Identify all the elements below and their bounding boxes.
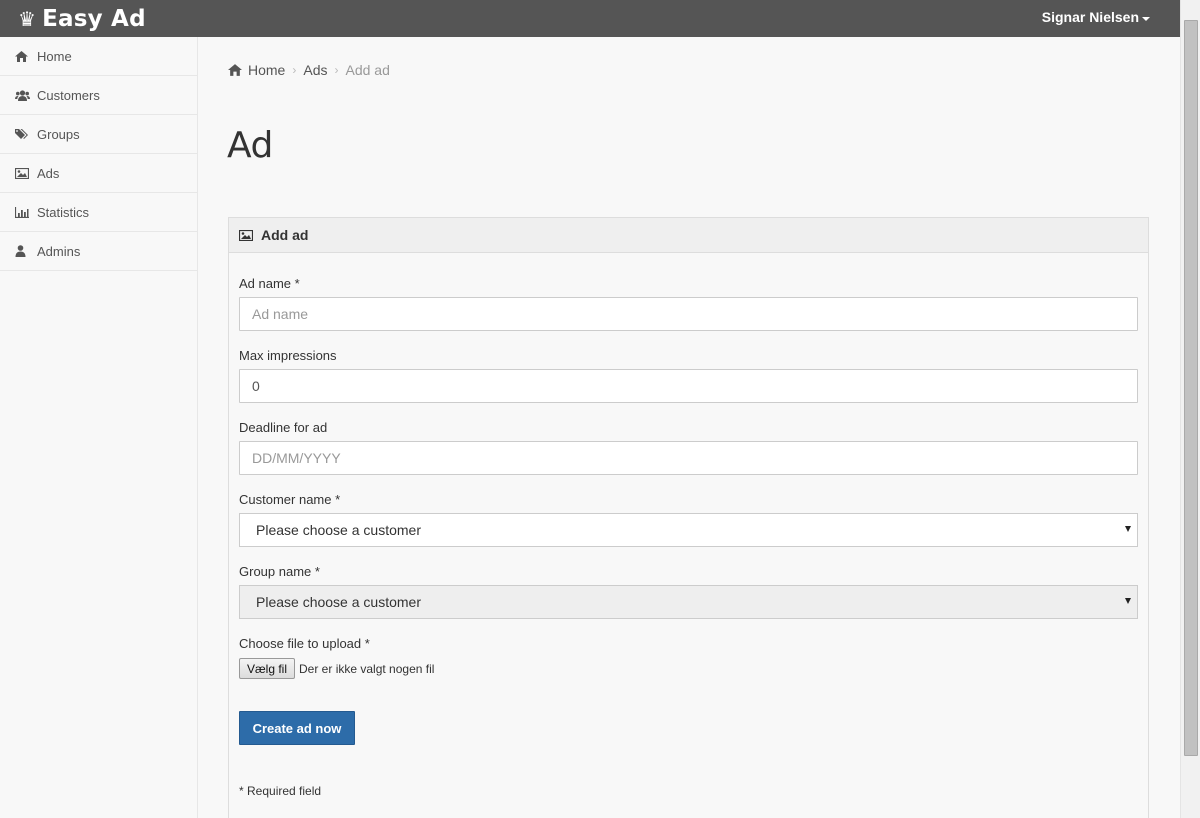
breadcrumb-add-ad: Add ad — [345, 62, 390, 78]
brand-name: Easy Ad — [42, 6, 146, 32]
deadline-input[interactable]: DD/MM/YYYY — [239, 441, 1138, 475]
sidebar: Home Customers Groups Ads Statistics Adm… — [0, 37, 198, 818]
customer-select[interactable]: Please choose a customer — [239, 513, 1138, 547]
sidebar-item-label: Statistics — [37, 204, 90, 220]
create-ad-button[interactable]: Create ad now — [239, 711, 355, 745]
picture-icon — [239, 229, 253, 241]
file-upload: Vælg fil Der er ikke valgt nogen fil — [239, 658, 434, 679]
sidebar-item-label: Home — [37, 48, 72, 64]
top-navbar: ♛ Easy Ad Signar Nielsen — [0, 0, 1180, 37]
home-icon — [15, 50, 37, 62]
breadcrumb-home[interactable]: Home — [248, 62, 285, 78]
breadcrumb-separator: › — [334, 63, 339, 77]
breadcrumb: Home › Ads › Add ad — [228, 62, 390, 78]
ad-name-label: Ad name * — [239, 276, 300, 291]
max-impressions-input[interactable]: 0 — [239, 369, 1138, 403]
sidebar-item-label: Customers — [37, 87, 100, 103]
required-field-note: * Required field — [239, 784, 322, 798]
home-icon — [228, 64, 242, 76]
sidebar-item-home[interactable]: Home — [0, 37, 197, 76]
sidebar-item-groups[interactable]: Groups — [0, 115, 197, 154]
file-status: Der er ikke valgt nogen fil — [299, 661, 435, 676]
breadcrumb-separator: › — [292, 63, 297, 77]
sidebar-item-label: Admins — [37, 243, 81, 259]
deadline-label: Deadline for ad — [239, 420, 328, 435]
user-menu[interactable]: Signar Nielsen — [1042, 9, 1150, 25]
group-select[interactable]: Please choose a customer — [239, 585, 1138, 619]
brand-logo[interactable]: ♛ Easy Ad — [18, 4, 146, 34]
picture-icon — [15, 167, 37, 179]
user-name: Signar Nielsen — [1041, 9, 1139, 25]
customer-select-value: Please choose a customer — [256, 522, 421, 538]
caret-down-icon — [1142, 16, 1150, 21]
sidebar-item-admins[interactable]: Admins — [0, 232, 197, 271]
user-icon — [15, 245, 37, 257]
sidebar-item-statistics[interactable]: Statistics — [0, 193, 197, 232]
group-select-value: Please choose a customer — [256, 594, 421, 610]
main-content: Home › Ads › Add ad Ad Add ad Ad name * … — [199, 37, 1180, 818]
customer-label: Customer name * — [239, 492, 341, 507]
sidebar-item-ads[interactable]: Ads — [0, 154, 197, 193]
sidebar-item-label: Groups — [37, 126, 80, 142]
page-title: Ad — [227, 125, 273, 166]
add-ad-panel: Add ad Ad name * Ad name Max impressions… — [228, 217, 1149, 818]
max-impressions-label: Max impressions — [239, 348, 337, 363]
sidebar-item-label: Ads — [37, 165, 60, 181]
tags-icon — [15, 128, 37, 140]
choose-file-button[interactable]: Vælg fil — [239, 658, 296, 679]
sidebar-item-customers[interactable]: Customers — [0, 76, 197, 115]
file-upload-label: Choose file to upload * — [239, 636, 370, 651]
vertical-scrollbar[interactable] — [1180, 0, 1200, 818]
scrollbar-thumb[interactable] — [1184, 20, 1198, 756]
dropdown-arrow-icon — [1125, 526, 1131, 532]
panel-heading: Add ad — [229, 218, 1148, 253]
bar-chart-icon — [15, 206, 37, 218]
group-label: Group name * — [239, 564, 320, 579]
users-icon — [15, 89, 37, 101]
dropdown-arrow-icon — [1125, 598, 1131, 604]
panel-title: Add ad — [261, 227, 309, 243]
ad-name-input[interactable]: Ad name — [239, 297, 1138, 331]
breadcrumb-ads[interactable]: Ads — [303, 62, 327, 78]
crown-icon: ♛ — [18, 7, 37, 31]
